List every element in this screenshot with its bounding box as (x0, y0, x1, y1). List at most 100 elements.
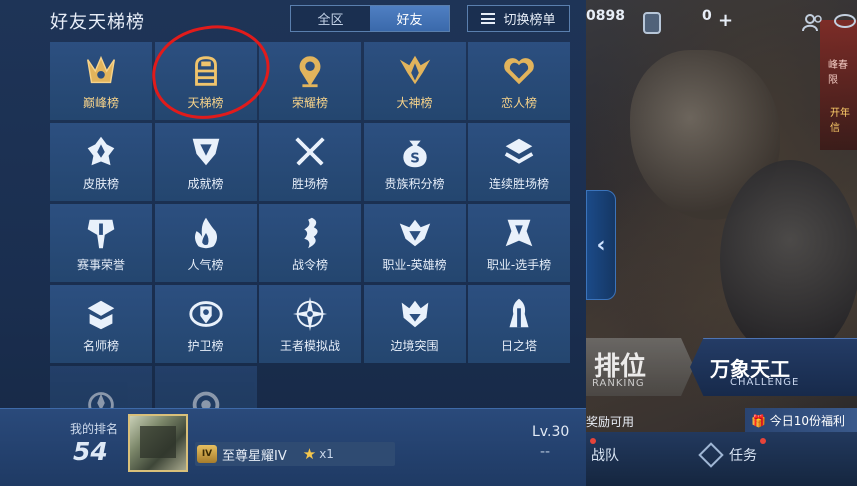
notification-dot (760, 438, 766, 444)
my-rank-label: 我的排名 (70, 422, 119, 436)
board-glory[interactable]: 荣耀榜 (259, 42, 361, 120)
tier-pill: IV 至尊星耀IV ★ x1 (195, 442, 395, 466)
skin-icon (87, 136, 115, 165)
ranked-mode-button[interactable]: 排位 RANKING (586, 338, 694, 396)
friends-icon[interactable] (802, 14, 824, 32)
daily-welfare-label: 今日10份福利 (769, 414, 846, 428)
board-label: 成就榜 (187, 176, 224, 191)
board-label: 赛事荣誉 (76, 257, 125, 272)
guard-shield-icon (188, 300, 223, 327)
add-currency-icon[interactable]: + (718, 10, 733, 31)
achievement-icon (192, 138, 219, 165)
switch-board-button[interactable]: 切换榜单 (467, 5, 570, 32)
hero-artwork-figure (720, 160, 857, 360)
task-button[interactable]: 任务 (729, 445, 757, 465)
ranked-mode-sublabel: RANKING (592, 378, 645, 389)
board-label: 连续胜场榜 (488, 176, 549, 191)
challenge-mode-sublabel: CHALLENGE (730, 377, 800, 388)
team-button[interactable]: 战队 (591, 445, 619, 465)
mentor-book-icon (87, 300, 115, 329)
avatar[interactable] (128, 414, 188, 472)
coupon-icon (643, 12, 661, 34)
board-pro-player[interactable]: 职业-选手榜 (468, 204, 570, 282)
board-label: 护卫榜 (187, 338, 224, 353)
board-guard[interactable]: 护卫榜 (154, 285, 257, 363)
board-master[interactable]: 大神榜 (363, 42, 466, 120)
board-lovers[interactable]: 恋人榜 (468, 42, 570, 120)
reward-available-text: 奖励可用 (586, 415, 635, 429)
board-noble-points[interactable]: S 贵族积分榜 (363, 123, 466, 201)
board-grid: 巅峰榜 天梯榜 荣耀榜 大神榜 恋人榜 皮肤榜 成就榜 胜场榜 S 贵族积分榜 … (50, 42, 570, 444)
board-achievement[interactable]: 成就榜 (154, 123, 257, 201)
tier-name: 至尊星耀IV (222, 448, 287, 464)
star-count: x1 (319, 447, 334, 461)
notification-dot (590, 438, 596, 444)
board-label: 大神榜 (396, 95, 433, 110)
panel-title: 好友天梯榜 (50, 12, 145, 33)
bottom-menu-bar (586, 432, 857, 486)
board-mentor[interactable]: 名师榜 (50, 285, 152, 363)
board-label: 名师榜 (82, 338, 119, 353)
event-tag-2: 开年信 (830, 108, 850, 134)
board-label: 胜场榜 (291, 176, 328, 191)
chevron-stack-icon (504, 138, 534, 164)
tournament-icon (87, 219, 115, 248)
board-label: 战令榜 (291, 257, 328, 272)
event-tag: 峰春限 (828, 60, 848, 86)
crossed-swords-icon (295, 136, 325, 166)
svg-text:S: S (410, 151, 420, 166)
board-label: 职业-英雄榜 (382, 257, 447, 272)
challenge-mode-button[interactable]: 万象天工 CHALLENGE (690, 338, 857, 396)
tab-friends[interactable]: 好友 (370, 6, 449, 31)
battle-pass-icon (304, 217, 318, 248)
pro-player-icon (505, 219, 533, 246)
board-label: 人气榜 (187, 257, 224, 272)
heart-icon (504, 57, 534, 84)
board-label: 日之塔 (500, 338, 537, 353)
money-bag-icon: S (402, 140, 427, 167)
board-label: 贵族积分榜 (384, 176, 445, 191)
board-wins[interactable]: 胜场榜 (259, 123, 361, 201)
collapse-panel-button[interactable]: ‹ (586, 190, 616, 300)
wings-emblem-icon (399, 55, 430, 84)
tab-all-region[interactable]: 全区 (291, 6, 370, 31)
board-win-streak[interactable]: 连续胜场榜 (468, 123, 570, 201)
compass-star-icon (292, 296, 328, 331)
level-sub: -- (540, 444, 551, 460)
board-tournament[interactable]: 赛事荣誉 (50, 204, 152, 282)
board-skin[interactable]: 皮肤榜 (50, 123, 152, 201)
level-label: Lv.30 (532, 424, 570, 440)
board-label: 巅峰榜 (82, 95, 119, 110)
list-icon (481, 13, 496, 24)
hud-coupon-value: 0 (702, 8, 712, 24)
my-rank-value: 54 (73, 437, 108, 466)
board-label: 荣耀榜 (291, 95, 328, 110)
gift-icon: 🎁 (751, 414, 770, 428)
chevron-left-icon: ‹ (596, 232, 606, 258)
pro-hero-icon (399, 219, 430, 246)
daily-welfare-banner[interactable]: 🎁 今日10份福利 (745, 408, 857, 432)
star-icon: ★ (302, 445, 317, 463)
eye-icon[interactable] (834, 14, 856, 28)
border-breakout-icon (401, 300, 428, 327)
board-battle-pass[interactable]: 战令榜 (259, 204, 361, 282)
board-label: 恋人榜 (500, 95, 537, 110)
switch-board-label: 切换榜单 (503, 13, 556, 28)
board-label: 王者模拟战 (279, 338, 340, 353)
peak-crown-icon (86, 55, 116, 83)
flame-icon (194, 217, 217, 248)
board-label: 职业-选手榜 (486, 257, 552, 272)
scope-toggle: 全区 好友 (290, 5, 450, 32)
board-border-breakout[interactable]: 边境突围 (363, 285, 466, 363)
glory-pin-icon (299, 55, 321, 87)
board-pro-hero[interactable]: 职业-英雄榜 (363, 204, 466, 282)
board-peak[interactable]: 巅峰榜 (50, 42, 152, 120)
board-auto-chess[interactable]: 王者模拟战 (259, 285, 361, 363)
board-label: 皮肤榜 (82, 176, 119, 191)
board-label: 边境突围 (390, 338, 439, 353)
tier-badge: IV (197, 445, 217, 463)
board-sun-tower[interactable]: 日之塔 (468, 285, 570, 363)
sun-tower-icon (509, 298, 529, 327)
board-popularity[interactable]: 人气榜 (154, 204, 257, 282)
hud-currency-value: 0898 (586, 8, 625, 24)
